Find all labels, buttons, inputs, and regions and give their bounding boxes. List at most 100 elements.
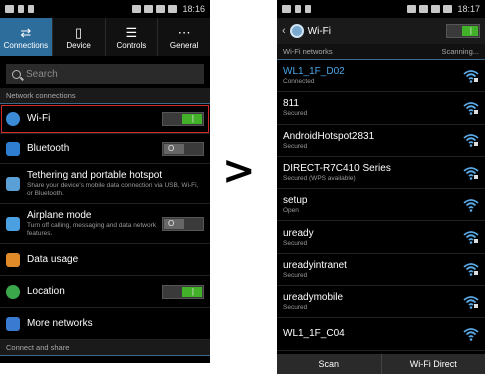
networks-header-label: Wi-Fi networks: [283, 47, 333, 56]
setting-item-wifi[interactable]: Wi-Fi |: [0, 104, 210, 134]
network-item[interactable]: AndroidHotspot2831 Secured: [277, 125, 485, 157]
wifi-screen: 18:17 ‹ Wi-Fi | Wi-Fi networks Scanning.…: [277, 0, 485, 374]
network-text: uready Secured: [283, 228, 463, 247]
phone-icon: ▯: [75, 24, 83, 40]
setting-item-more-networks[interactable]: More networks: [0, 308, 210, 340]
network-list: WL1_1F_D02 Connected 811 Secured AndroidHots…: [277, 60, 485, 351]
wifi-header: ‹ Wi-Fi |: [277, 18, 485, 44]
wifi-signal-icon: [463, 134, 479, 148]
wifi-signal-icon: [463, 69, 479, 83]
battery-icon: [168, 5, 178, 13]
wifi-toggle[interactable]: |: [162, 111, 204, 126]
signal-status-icon: [156, 5, 166, 13]
bluetooth-status-icon: [132, 5, 142, 13]
data-usage-icon: [6, 252, 20, 267]
search-icon: [12, 69, 21, 79]
network-item[interactable]: 811 Secured: [277, 92, 485, 125]
sliders-icon: ☰: [125, 24, 138, 40]
setting-item-airplane[interactable]: Airplane mode Turn off calling, messagin…: [0, 204, 210, 244]
setting-title: Wi-Fi: [27, 113, 51, 124]
wifi-status-icon: [419, 5, 429, 13]
setting-item-tethering[interactable]: Tethering and portable hotspot Share you…: [0, 164, 210, 204]
more-networks-icon: [6, 316, 20, 331]
search-input[interactable]: Search: [6, 64, 204, 84]
network-text: AndroidHotspot2831 Secured: [283, 131, 463, 150]
network-item[interactable]: WL1_1F_D02 Connected: [277, 60, 485, 93]
tab-general[interactable]: ⋯ General: [158, 18, 210, 56]
wifi-signal-icon: [463, 198, 479, 212]
network-status: Secured: [283, 239, 308, 247]
network-name: WL1_1F_C04: [283, 328, 345, 340]
tab-label: Device: [66, 40, 91, 50]
setting-title: Data usage: [27, 254, 79, 265]
wifi-master-toggle[interactable]: |: [446, 24, 480, 38]
settings-screen: 18:16 ⇄ Connections ▯ Device ☰ Controls …: [0, 0, 210, 363]
network-item[interactable]: setup Open: [277, 189, 485, 222]
page-title: Wi-Fi: [307, 25, 331, 37]
status-bar: 18:17: [277, 0, 485, 18]
wifi-signal-icon: [463, 328, 479, 341]
network-text: ureadymobile Secured: [283, 292, 463, 311]
gear-icon: [289, 24, 304, 38]
hotspot-icon: [6, 176, 20, 191]
wifi-icon: [6, 111, 20, 126]
network-name: AndroidHotspot2831: [283, 130, 375, 142]
setting-subtitle: Share your device's mobile data connecti…: [27, 181, 199, 197]
network-item[interactable]: WL1_1F_C04: [277, 318, 485, 351]
network-status: Open: [283, 207, 299, 215]
wifi-signal-icon: [463, 166, 479, 180]
back-icon[interactable]: ‹: [282, 25, 286, 37]
network-status: Secured: [283, 271, 308, 279]
tab-label: Connections: [3, 40, 49, 50]
network-status: Secured: [283, 142, 308, 150]
save-notification-icon: [295, 5, 301, 13]
wifi-signal-icon: [463, 295, 479, 309]
wifi-direct-button[interactable]: Wi-Fi Direct: [382, 354, 485, 374]
scanning-status: Scanning...: [441, 47, 479, 56]
battery-icon: [443, 5, 453, 13]
airplane-toggle[interactable]: O: [162, 216, 204, 231]
network-text: DIRECT-R7C410 Series Secured (WPS availab…: [283, 163, 463, 182]
network-text: WL1_1F_C04: [283, 328, 463, 340]
network-status: Secured: [283, 110, 308, 118]
setting-title: More networks: [27, 318, 93, 329]
image-notification-icon: [5, 5, 14, 13]
networks-header: Wi-Fi networks Scanning...: [277, 44, 485, 60]
status-bar: 18:16: [0, 0, 210, 18]
network-name: DIRECT-R7C410 Series: [283, 163, 391, 175]
wifi-signal-icon: [463, 231, 479, 244]
location-toggle[interactable]: |: [162, 284, 204, 299]
network-text: setup Open: [283, 195, 463, 214]
tab-label: Controls: [116, 40, 147, 50]
scan-button[interactable]: Scan: [277, 354, 382, 374]
section-header-connect: Connect and share: [0, 340, 210, 356]
location-icon: [6, 284, 20, 299]
network-item[interactable]: ureadyintranet Secured: [277, 254, 485, 287]
network-text: 811 Secured: [283, 98, 463, 117]
tab-connections[interactable]: ⇄ Connections: [0, 18, 53, 56]
network-text: WL1_1F_D02 Connected: [283, 66, 463, 85]
wifi-signal-icon: [463, 102, 479, 115]
network-item[interactable]: DIRECT-R7C410 Series Secured (WPS availab…: [277, 157, 485, 190]
setting-title: Tethering and portable hotspot: [27, 169, 163, 181]
setting-item-location[interactable]: Location |: [0, 276, 210, 308]
setting-item-bluetooth[interactable]: Bluetooth O: [0, 134, 210, 164]
network-name: uready: [283, 227, 314, 239]
image-notification-icon: [282, 5, 291, 13]
tab-controls[interactable]: ☰ Controls: [106, 18, 159, 56]
setting-title: Bluetooth: [27, 143, 70, 154]
transition-arrow: >: [222, 148, 256, 194]
network-status: Secured: [283, 304, 308, 312]
tab-device[interactable]: ▯ Device: [53, 18, 106, 56]
network-item[interactable]: ureadymobile Secured: [277, 286, 485, 319]
status-time: 18:17: [457, 4, 480, 14]
network-name: ureadyintranet: [283, 259, 347, 271]
bottom-bar: Scan Wi-Fi Direct: [277, 354, 485, 374]
network-item[interactable]: uready Secured: [277, 221, 485, 254]
edit-notification-icon: [28, 5, 34, 13]
bluetooth-toggle[interactable]: O: [162, 141, 204, 156]
setting-item-data-usage[interactable]: Data usage: [0, 244, 210, 276]
network-text: ureadyintranet Secured: [283, 260, 463, 279]
tab-label: General: [169, 40, 199, 50]
wifi-status-icon: [144, 5, 154, 13]
